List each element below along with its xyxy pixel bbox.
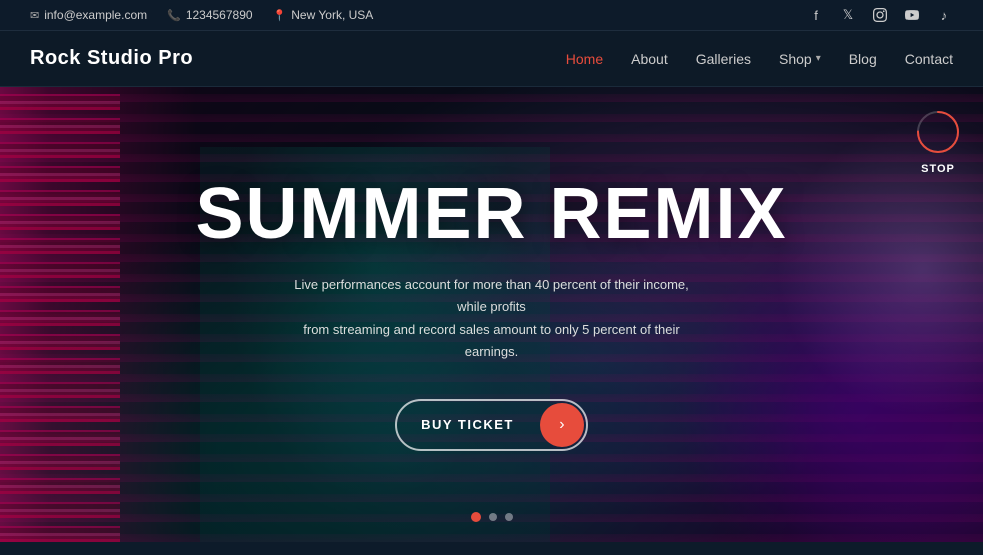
shop-dropdown-arrow: ▾ bbox=[816, 53, 821, 64]
email-text: info@example.com bbox=[44, 8, 147, 22]
cta-button-wrapper: BUY TICKET › bbox=[395, 399, 588, 451]
phone-text: 1234567890 bbox=[186, 8, 253, 22]
instagram-icon[interactable] bbox=[871, 6, 889, 24]
buy-ticket-label: BUY TICKET bbox=[397, 405, 538, 444]
slide-dot-1[interactable] bbox=[471, 512, 481, 522]
social-links: f 𝕏 ♪ bbox=[807, 6, 953, 24]
facebook-icon[interactable]: f bbox=[807, 6, 825, 24]
location-contact: 📍 New York, USA bbox=[273, 8, 374, 22]
navbar: Rock Studio Pro Home About Galleries Sho… bbox=[0, 31, 983, 87]
hero-subtitle: Live performances account for more than … bbox=[282, 274, 702, 362]
site-logo[interactable]: Rock Studio Pro bbox=[30, 47, 193, 70]
youtube-icon[interactable] bbox=[903, 6, 921, 24]
top-bar: ✉ info@example.com 📞 1234567890 📍 New Yo… bbox=[0, 0, 983, 31]
slide-indicators bbox=[471, 512, 513, 522]
hero-title: SUMMER REMIX bbox=[195, 178, 787, 250]
top-bar-contacts: ✉ info@example.com 📞 1234567890 📍 New Yo… bbox=[30, 8, 373, 22]
slide-dot-3[interactable] bbox=[505, 513, 513, 521]
location-icon: 📍 bbox=[273, 9, 287, 22]
hero-content: SUMMER REMIX Live performances account f… bbox=[0, 87, 983, 542]
nav-home[interactable]: Home bbox=[566, 51, 603, 67]
nav-galleries[interactable]: Galleries bbox=[696, 51, 751, 67]
tiktok-icon[interactable]: ♪ bbox=[935, 6, 953, 24]
buy-ticket-arrow-icon: › bbox=[540, 403, 584, 447]
nav-about[interactable]: About bbox=[631, 51, 668, 67]
email-contact: ✉ info@example.com bbox=[30, 8, 147, 22]
location-text: New York, USA bbox=[291, 8, 373, 22]
slide-dot-2[interactable] bbox=[489, 513, 497, 521]
twitter-icon[interactable]: 𝕏 bbox=[839, 6, 857, 24]
buy-ticket-button[interactable]: BUY TICKET › bbox=[395, 399, 588, 451]
nav-links: Home About Galleries Shop ▾ Blog Contact bbox=[566, 51, 953, 67]
email-icon: ✉ bbox=[30, 9, 39, 22]
nav-contact[interactable]: Contact bbox=[905, 51, 953, 67]
phone-contact: 📞 1234567890 bbox=[167, 8, 252, 22]
hero-section: ▮▮ Stop SUMMER REMIX Live performances a… bbox=[0, 87, 983, 542]
nav-shop[interactable]: Shop ▾ bbox=[779, 51, 821, 67]
phone-icon: 📞 bbox=[167, 9, 181, 22]
nav-blog[interactable]: Blog bbox=[849, 51, 877, 67]
